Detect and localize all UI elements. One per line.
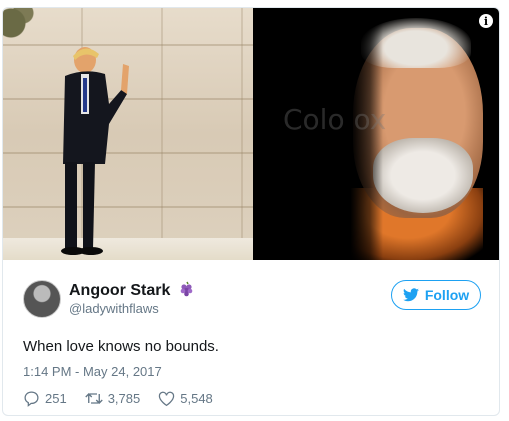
grape-emoji-icon [180, 281, 193, 297]
portrait-beard [373, 138, 473, 213]
info-icon[interactable]: i [479, 14, 493, 28]
retweet-action[interactable]: 3,785 [84, 390, 141, 407]
man-at-wall-figure [61, 47, 129, 255]
reply-count: 251 [45, 391, 67, 406]
twitter-bird-icon [402, 288, 419, 302]
embedded-tweet-card: Colo ox i Angoor Stark @ladywithflaws Fo… [2, 7, 500, 416]
author-name-row[interactable]: Angoor Stark [69, 281, 195, 300]
reply-action[interactable]: 251 [23, 390, 67, 407]
tweet-text: When love knows no bounds. [23, 338, 219, 355]
reply-icon [24, 391, 39, 407]
photo-left-wall [3, 8, 253, 260]
tweet-media[interactable]: Colo ox i [3, 8, 499, 260]
author-name[interactable]: Angoor Stark [69, 282, 170, 299]
retweet-count: 3,785 [107, 391, 141, 406]
like-action[interactable]: 5,548 [158, 390, 213, 407]
retweet-icon [84, 393, 103, 404]
follow-button[interactable]: Follow [391, 280, 481, 310]
like-count: 5,548 [180, 391, 213, 406]
author-handle[interactable]: @ladywithflaws [69, 301, 159, 316]
heart-icon [159, 391, 175, 406]
photo-right-portrait: Colo ox i [253, 8, 499, 260]
watermark-text: Colo ox [283, 103, 387, 136]
tweet-timestamp[interactable]: 1:14 PM - May 24, 2017 [23, 364, 162, 379]
wall-plants [3, 8, 43, 58]
follow-label: Follow [424, 287, 470, 303]
tweet-actions: 251 3,785 5,548 [23, 390, 213, 407]
avatar[interactable] [23, 280, 61, 318]
